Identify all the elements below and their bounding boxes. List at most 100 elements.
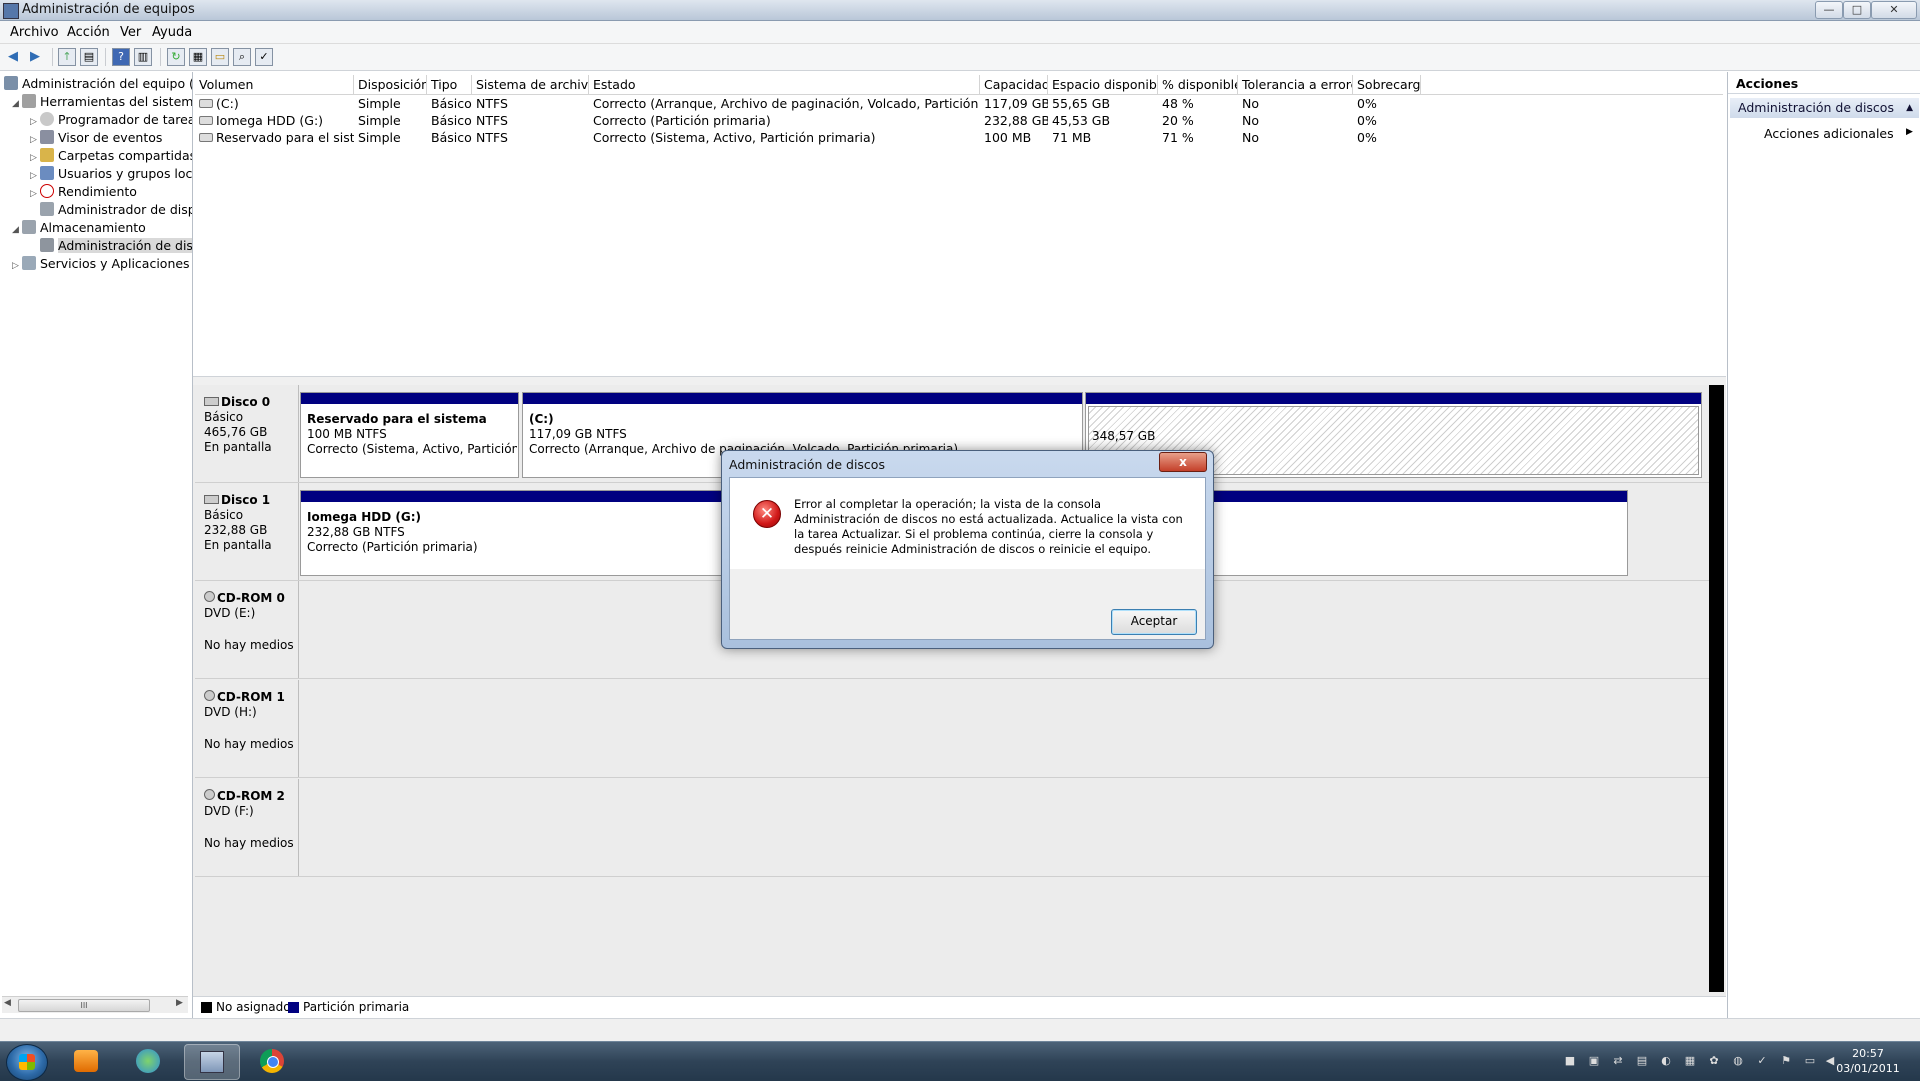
tree-horizontal-scrollbar[interactable]: ◀ III ▶	[2, 996, 188, 1013]
column-header-status[interactable]: Estado	[589, 75, 980, 94]
disk-status: En pantalla	[204, 538, 272, 552]
scroll-thumb[interactable]: III	[18, 999, 150, 1012]
help-icon[interactable]: ?	[112, 48, 130, 66]
expand-arrow-icon[interactable]: ▷	[30, 135, 40, 145]
disk-type: DVD (E:)	[204, 606, 256, 620]
tray-icon[interactable]: ▦	[1682, 1054, 1698, 1068]
expand-arrow-icon[interactable]: ▷	[30, 171, 40, 181]
menu-archivo[interactable]: Archivo	[10, 25, 59, 40]
open-folder-icon[interactable]: ▭	[211, 48, 229, 66]
tray-icon[interactable]: ◐	[1658, 1054, 1674, 1068]
tree-item-local-users[interactable]: ▷Usuarios y grupos locale	[30, 166, 192, 184]
taskbar-media-player[interactable]	[60, 1044, 114, 1078]
tray-icon[interactable]: ■	[1562, 1054, 1578, 1068]
table-row[interactable]: Iomega HDD (G:) Simple Básico NTFS Corre…	[195, 112, 1723, 129]
close-button[interactable]: ✕	[1871, 1, 1917, 19]
volume-filesystem: NTFS	[476, 96, 508, 111]
tray-icon[interactable]: ✓	[1754, 1054, 1770, 1068]
show-hide-tree-icon[interactable]: ▤	[80, 48, 98, 66]
more-actions-item[interactable]: Acciones adicionales	[1764, 126, 1894, 141]
dialog-close-button[interactable]: x	[1159, 452, 1207, 472]
tree-item-root[interactable]: Administración del equipo (loc	[4, 76, 192, 94]
taskbar-clock[interactable]: 20:57 03/01/2011	[1828, 1046, 1908, 1076]
collapse-arrow-icon[interactable]: ◢	[12, 99, 22, 109]
partition-status: Correcto (Sistema, Activo, Partición pri…	[307, 442, 517, 456]
disk-label[interactable]: CD-ROM 2 DVD (F:) No hay medios	[195, 779, 299, 876]
disk-map-scrollbar[interactable]	[1709, 385, 1724, 992]
refresh-icon[interactable]: ↻	[167, 48, 185, 66]
network-icon[interactable]: ▭	[1802, 1054, 1818, 1068]
column-header-layout[interactable]: Disposición	[354, 75, 427, 94]
menu-accion[interactable]: Acción	[67, 25, 110, 40]
partition-title: (C:)	[529, 412, 554, 426]
scroll-left-icon[interactable]: ◀	[4, 998, 11, 1008]
column-header-overhead[interactable]: Sobrecarga	[1353, 75, 1421, 94]
scroll-right-icon[interactable]: ▶	[176, 998, 183, 1008]
disk-label[interactable]: Disco 0 Básico 465,76 GB En pantalla	[195, 385, 299, 482]
expand-arrow-icon[interactable]: ▷	[30, 153, 40, 163]
up-folder-icon[interactable]: ↑	[58, 48, 76, 66]
disk-label[interactable]: CD-ROM 0 DVD (E:) No hay medios	[195, 581, 299, 678]
services-icon	[22, 256, 36, 270]
tray-icon[interactable]: ▤	[1634, 1054, 1650, 1068]
table-row[interactable]: (C:) Simple Básico NTFS Correcto (Arranq…	[195, 95, 1723, 112]
tree-item-storage[interactable]: ◢ Almacenamiento	[12, 220, 146, 238]
taskbar-chrome[interactable]	[246, 1044, 300, 1078]
maximize-button[interactable]: □	[1843, 1, 1871, 19]
show-hide-actions-icon[interactable]: ▥	[134, 48, 152, 66]
column-header-free-space[interactable]: Espacio disponible	[1048, 75, 1158, 94]
ok-button[interactable]: Aceptar	[1111, 609, 1197, 635]
search-icon[interactable]: ⌕	[233, 48, 251, 66]
expand-arrow-icon[interactable]: ▷	[30, 117, 40, 127]
tree-item-performance[interactable]: ▷ Rendimiento	[30, 184, 137, 202]
tray-icon[interactable]: ✿	[1706, 1054, 1722, 1068]
forward-icon[interactable]: ▶	[26, 48, 44, 66]
tray-icon[interactable]: ◍	[1730, 1054, 1746, 1068]
drive-icon	[199, 116, 213, 125]
tree-item-event-viewer[interactable]: ▷ Visor de eventos	[30, 130, 162, 148]
tree-item-device-manager[interactable]: Administrador de dispo	[40, 202, 192, 220]
table-row[interactable]: Reservado para el sistema Simple Básico …	[195, 129, 1723, 146]
tree-item-services-apps[interactable]: ▷ Servicios y Aplicaciones	[12, 256, 190, 274]
partition-system-reserved[interactable]: Reservado para el sistema 100 MB NTFS Co…	[300, 392, 519, 478]
volume-overhead: 0%	[1357, 113, 1377, 128]
properties-icon[interactable]: ▦	[189, 48, 207, 66]
tree-item-disk-management[interactable]: Administración de disco	[40, 238, 192, 256]
menu-ayuda[interactable]: Ayuda	[152, 25, 192, 40]
expand-arrow-icon[interactable]: ▷	[12, 261, 22, 271]
column-header-fault-tolerance[interactable]: Tolerancia a errores	[1238, 75, 1353, 94]
column-header-percent-free[interactable]: % disponible	[1158, 75, 1238, 94]
legend-unallocated-swatch	[201, 1002, 212, 1013]
column-header-volume[interactable]: Volumen	[195, 75, 354, 94]
disk-label[interactable]: CD-ROM 1 DVD (H:) No hay medios	[195, 680, 299, 777]
export-list-icon[interactable]: ✓	[255, 48, 273, 66]
console-tree: Administración del equipo (loc ◢ Herramie…	[0, 72, 193, 1018]
submenu-arrow-icon[interactable]: ▶	[1906, 127, 1913, 137]
tree-item-task-scheduler[interactable]: ▷ Programador de tareas	[30, 112, 192, 130]
taskbar-computer-management[interactable]	[184, 1044, 240, 1080]
collapse-arrow-icon[interactable]: ◢	[12, 225, 22, 235]
back-icon[interactable]: ◀	[4, 48, 22, 66]
column-header-type[interactable]: Tipo	[427, 75, 472, 94]
minimize-button[interactable]: —	[1815, 1, 1843, 19]
volume-overhead: 0%	[1357, 130, 1377, 145]
menu-ver[interactable]: Ver	[120, 25, 141, 40]
collapse-up-icon[interactable]: ▲	[1906, 98, 1913, 118]
partition-title: Reservado para el sistema	[307, 412, 487, 426]
start-button[interactable]	[6, 1044, 48, 1081]
column-header-capacity[interactable]: Capacidad	[980, 75, 1048, 94]
tray-icon[interactable]: ▣	[1586, 1054, 1602, 1068]
action-center-flag-icon[interactable]: ⚑	[1778, 1054, 1794, 1068]
partition-status: Correcto (Partición primaria)	[307, 540, 478, 554]
disk-label[interactable]: Disco 1 Básico 232,88 GB En pantalla	[195, 483, 299, 580]
actions-section-disk-management[interactable]: Administración de discos ▲	[1730, 98, 1919, 118]
tree-item-system-tools[interactable]: ◢ Herramientas del sistema	[12, 94, 192, 112]
expand-arrow-icon[interactable]: ▷	[30, 189, 40, 199]
column-header-filesystem[interactable]: Sistema de archivos	[472, 75, 589, 94]
actions-section-label: Administración de discos	[1738, 100, 1894, 115]
taskbar-messenger[interactable]	[122, 1044, 176, 1078]
tray-icon[interactable]: ⇄	[1610, 1054, 1626, 1068]
disk-type: DVD (H:)	[204, 705, 257, 719]
volume-fault-tolerance: No	[1242, 96, 1259, 111]
tree-item-shared-folders[interactable]: ▷ Carpetas compartidas	[30, 148, 192, 166]
